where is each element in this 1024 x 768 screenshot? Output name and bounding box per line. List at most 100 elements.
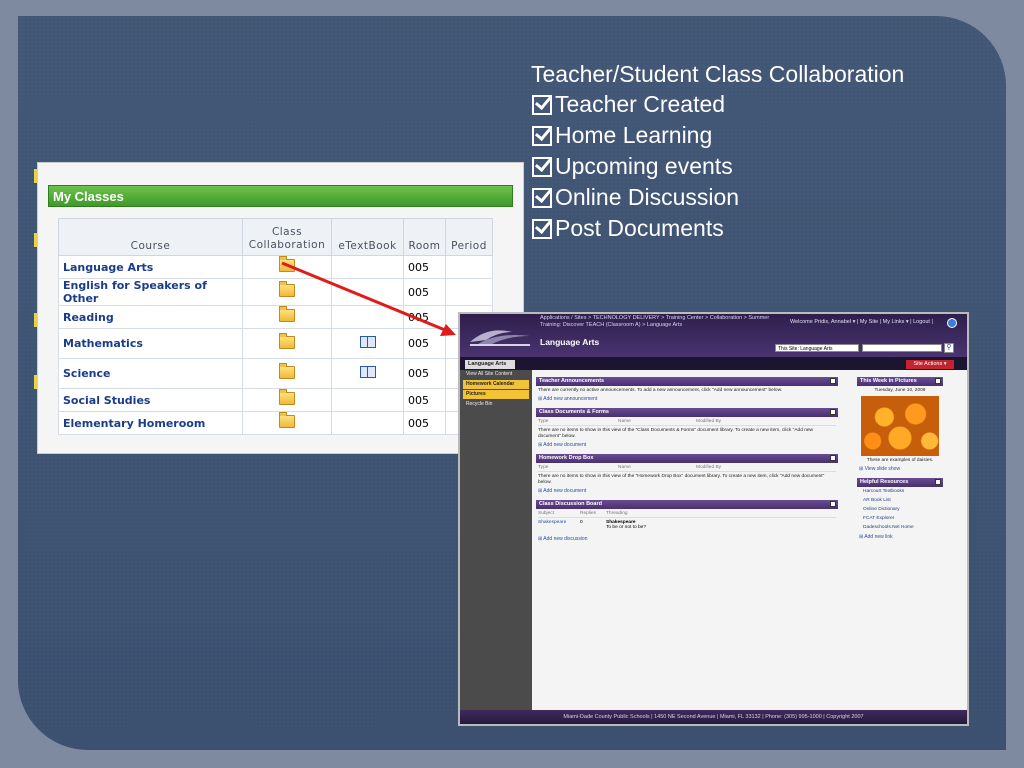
feature-label: Online Discussion <box>555 184 740 210</box>
feature-label: Post Documents <box>555 215 724 241</box>
table-row: Language Arts 005 <box>58 255 493 279</box>
room-cell: 005 <box>403 358 446 389</box>
panel-edge-marker <box>34 313 37 327</box>
checkbox-checked-icon <box>532 218 552 239</box>
chevron-down-icon[interactable] <box>830 378 836 384</box>
top-nav-bar <box>460 357 967 370</box>
nav-view-all-content[interactable]: View All Site Content <box>460 370 532 379</box>
table-row: Social Studies 005 <box>58 388 493 412</box>
room-cell: 005 <box>403 255 446 279</box>
feature-label: Teacher Created <box>555 91 726 117</box>
discussion-subject-link[interactable]: Shakespeare <box>538 520 580 530</box>
checkbox-checked-icon <box>532 156 552 177</box>
resource-link[interactable]: Harcourt Textbooks <box>863 489 937 496</box>
help-icon[interactable] <box>947 318 957 328</box>
column-header-period: Period <box>445 218 493 256</box>
resource-link[interactable]: Dadeschools.Net Home <box>863 525 937 532</box>
book-icon[interactable] <box>359 336 376 348</box>
add-link[interactable]: ⊞ Add new link <box>859 534 941 540</box>
column-header[interactable]: Threading <box>606 511 628 516</box>
add-discussion-link[interactable]: ⊞ Add new discussion <box>538 536 836 542</box>
discussion-row: Shakespeare 0 Shakespeare To be or not t… <box>538 520 836 530</box>
room-cell: 005 <box>403 328 446 359</box>
course-link[interactable]: English for Speakers of Other <box>58 278 243 306</box>
column-header[interactable]: Name <box>618 419 696 424</box>
folder-icon[interactable] <box>279 389 295 405</box>
class-collaboration-cell <box>242 388 332 412</box>
class-collaboration-cell <box>242 358 332 389</box>
search-input[interactable] <box>862 344 942 352</box>
search-icon[interactable]: ⚲ <box>944 343 954 353</box>
panel-edge-marker <box>34 169 37 183</box>
column-header[interactable]: Subject <box>538 511 580 516</box>
site-title: Language Arts <box>540 337 600 347</box>
tab-language-arts[interactable]: Language Arts <box>465 360 515 369</box>
discussion-title-text: Class Discussion Board <box>539 501 602 507</box>
period-cell <box>445 255 493 279</box>
column-header[interactable]: Modified By <box>696 419 721 424</box>
folder-icon[interactable] <box>279 281 295 297</box>
checkbox-checked-icon <box>532 125 552 146</box>
chevron-down-icon[interactable] <box>935 479 941 485</box>
course-link[interactable]: Social Studies <box>58 388 243 412</box>
nav-pictures[interactable]: Pictures <box>463 390 529 399</box>
course-link[interactable]: Elementary Homeroom <box>58 411 243 435</box>
folder-icon[interactable] <box>279 332 295 349</box>
folder-icon[interactable] <box>279 412 295 428</box>
column-header[interactable]: Name <box>618 465 696 470</box>
panel-edge-marker <box>34 375 37 389</box>
documents-title: Class Documents & Forms <box>536 408 838 417</box>
welcome-menu[interactable]: Welcome Pridis, Annabel ▾ | My Site | My… <box>790 319 933 325</box>
course-link[interactable]: Language Arts <box>58 255 243 279</box>
nav-recycle-bin[interactable]: Recycle Bin <box>460 400 532 409</box>
add-dropbox-document-link[interactable]: ⊞ Add new document <box>538 488 836 494</box>
course-link[interactable]: Science <box>58 358 243 389</box>
site-footer: Miami-Dade County Public Schools | 1450 … <box>460 710 967 724</box>
feature-title: Teacher/Student Class Collaboration <box>531 61 905 87</box>
chevron-down-icon[interactable] <box>935 378 941 384</box>
chevron-down-icon[interactable] <box>830 409 836 415</box>
column-header[interactable]: Modified By <box>696 465 721 470</box>
site-actions-button[interactable]: Site Actions ▾ <box>906 360 954 369</box>
table-row: Elementary Homeroom 005 <box>58 411 493 435</box>
feature-item: Upcoming events <box>532 151 739 182</box>
column-header[interactable]: Type <box>538 419 618 424</box>
folder-icon[interactable] <box>279 256 295 272</box>
search-scope-select[interactable]: This Site: Language Arts <box>775 344 859 352</box>
announcements-title-text: Teacher Announcements <box>539 378 605 384</box>
class-collaboration-cell <box>242 328 332 359</box>
quick-launch: View All Site Content Homework Calendar … <box>460 370 532 710</box>
resource-link[interactable]: AR Book List <box>863 498 937 505</box>
folder-icon[interactable] <box>279 306 295 322</box>
resource-link[interactable]: Online Dictionary <box>863 507 937 514</box>
documents-columns: Type Name Modified By <box>538 419 836 426</box>
room-cell: 005 <box>403 411 446 435</box>
chevron-down-icon[interactable] <box>830 501 836 507</box>
checkbox-checked-icon <box>532 94 552 115</box>
add-document-link[interactable]: ⊞ Add new document <box>538 442 836 448</box>
column-header[interactable]: Type <box>538 465 618 470</box>
breadcrumb[interactable]: Applications / Sites > TECHNOLOGY DELIVE… <box>540 315 770 329</box>
add-announcement-link[interactable]: ⊞ Add new announcement <box>538 396 836 402</box>
classes-table: Course Class Collaboration eTextBook Roo… <box>58 218 493 435</box>
announcements-title: Teacher Announcements <box>536 377 838 386</box>
room-cell: 005 <box>403 388 446 412</box>
class-collaboration-cell <box>242 305 332 329</box>
nav-homework-calendar[interactable]: Homework Calendar <box>463 380 529 389</box>
daisies-photo[interactable] <box>861 396 939 456</box>
dropbox-empty-text: There are no items to show in this view … <box>538 474 825 485</box>
course-link[interactable]: Mathematics <box>58 328 243 359</box>
course-link[interactable]: Reading <box>58 305 243 329</box>
documents-title-text: Class Documents & Forms <box>539 409 609 415</box>
photo-caption: These are examples of daisies. <box>866 458 934 463</box>
feature-item: Online Discussion <box>532 182 739 213</box>
chevron-down-icon[interactable] <box>830 455 836 461</box>
view-slideshow-link[interactable]: ⊞ View slide show <box>859 466 941 472</box>
folder-icon[interactable] <box>279 362 295 379</box>
resource-link[interactable]: FCAT Explorer <box>863 516 937 523</box>
column-header[interactable]: Replies <box>580 511 606 516</box>
my-classes-header: My Classes <box>48 185 513 207</box>
my-classes-panel: My Classes Course Class Collaboration eT… <box>34 162 524 454</box>
sharepoint-site-window: Applications / Sites > TECHNOLOGY DELIVE… <box>458 312 969 726</box>
book-icon[interactable] <box>359 366 376 378</box>
